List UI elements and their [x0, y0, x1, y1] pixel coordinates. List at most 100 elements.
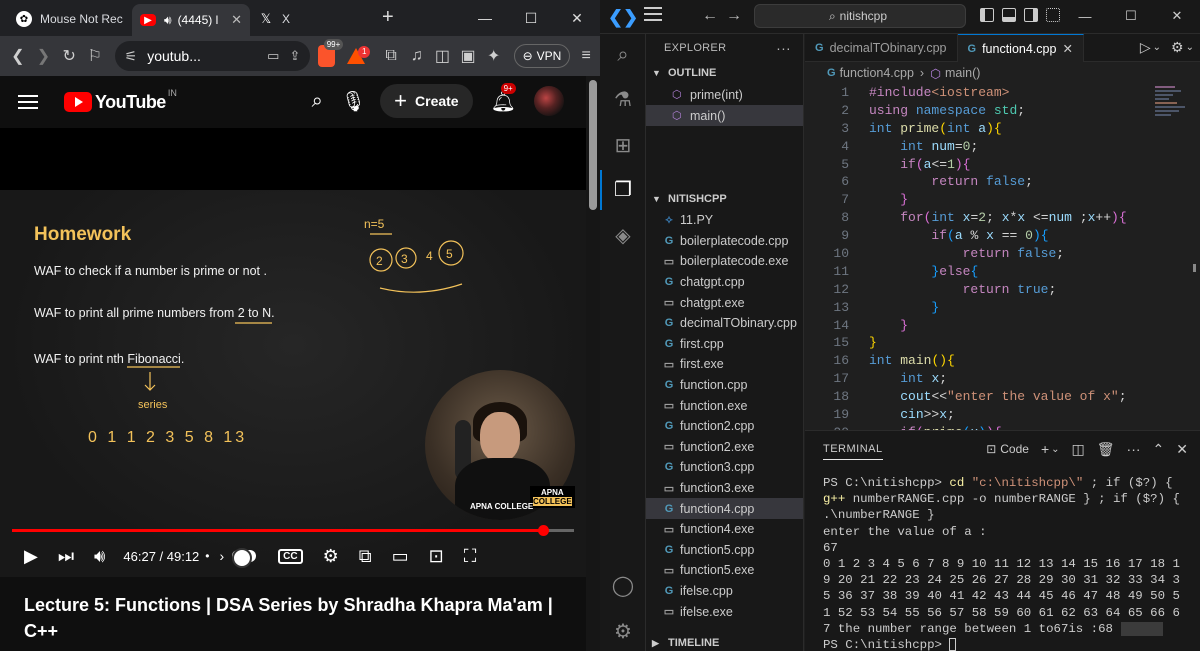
- minimap[interactable]: [1155, 84, 1191, 144]
- extensions-icon[interactable]: ⊞: [610, 132, 636, 158]
- reload-icon[interactable]: ↻: [57, 42, 81, 70]
- microphone-icon[interactable]: 🎙︎: [341, 89, 366, 114]
- menu-icon[interactable]: [644, 7, 662, 21]
- browser-tab-youtube[interactable]: ▶ 🔊︎ (4445) l ✕: [132, 4, 250, 36]
- breadcrumb-file[interactable]: function4.cpp: [840, 66, 914, 80]
- minimize-icon[interactable]: —: [1062, 0, 1108, 32]
- back-icon[interactable]: ❮: [6, 42, 30, 70]
- close-window-icon[interactable]: ✕: [554, 0, 600, 36]
- file-item[interactable]: Gifelse.cpp: [646, 581, 803, 602]
- file-item[interactable]: ▭ function5.exe: [646, 560, 803, 581]
- close-window-icon[interactable]: ✕: [1154, 0, 1200, 32]
- miniplayer-icon[interactable]: ⧉: [359, 546, 372, 567]
- cast-icon[interactable]: ⊡: [429, 546, 444, 567]
- volume-icon[interactable]: 🔊︎: [94, 546, 105, 567]
- folder-section-header[interactable]: ▼ NITISHCPP: [646, 188, 803, 210]
- file-item[interactable]: ▭ function3.exe: [646, 478, 803, 499]
- media-icon[interactable]: ♫: [405, 42, 429, 70]
- video-player[interactable]: Homework WAF to check if a number is pri…: [0, 190, 586, 577]
- maximize-icon[interactable]: ☐: [508, 0, 554, 36]
- leo-ai-icon[interactable]: ✦: [482, 42, 506, 70]
- outline-section-header[interactable]: ▼ OUTLINE: [646, 62, 803, 84]
- run-dropdown-icon[interactable]: ⌄: [1153, 42, 1161, 53]
- create-button[interactable]: + Create: [380, 84, 473, 118]
- extensions-icon[interactable]: ⧉: [379, 42, 403, 70]
- editor-scrollbar[interactable]: [1191, 84, 1200, 430]
- more-actions-icon[interactable]: ···: [1127, 441, 1141, 457]
- theater-mode-icon[interactable]: ▭: [392, 546, 409, 567]
- file-item[interactable]: ▭ boilerplatecode.exe: [646, 251, 803, 272]
- next-icon[interactable]: ⏭︎: [58, 546, 74, 567]
- autoplay-toggle[interactable]: [232, 548, 257, 568]
- file-item[interactable]: Gchatgpt.cpp: [646, 272, 803, 293]
- customize-layout-icon[interactable]: [1046, 8, 1060, 22]
- wallet-icon[interactable]: ▣: [456, 42, 480, 70]
- file-item[interactable]: Gfunction4.cpp: [646, 498, 803, 519]
- file-item[interactable]: Gboilerplatecode.cpp: [646, 231, 803, 252]
- editor-tab-function4[interactable]: Gfunction4.cpp ✕: [957, 34, 1084, 62]
- terminal-output[interactable]: PS C:\nitishcpp> cd "c:\nitishcpp\" ; if…: [805, 467, 1180, 651]
- outline-item[interactable]: ⬡ prime(int): [646, 84, 803, 105]
- brave-shields-icon[interactable]: 99+: [318, 39, 344, 67]
- close-tab-icon[interactable]: ✕: [1062, 41, 1072, 56]
- settings-icon[interactable]: ⚙︎: [323, 546, 339, 567]
- file-item[interactable]: Gfunction2.cpp: [646, 416, 803, 437]
- nav-forward-icon[interactable]: →: [726, 7, 742, 25]
- youtube-logo[interactable]: YouTube IN: [64, 88, 177, 113]
- terminal-profile-label[interactable]: Code: [1000, 442, 1029, 456]
- rewards-icon[interactable]: 1: [347, 46, 371, 64]
- sidebar-icon[interactable]: ◫: [431, 42, 455, 70]
- minimize-icon[interactable]: —: [462, 0, 508, 36]
- more-actions-icon[interactable]: ···: [776, 40, 791, 56]
- browser-tab-x[interactable]: 𝕏 X: [250, 4, 370, 34]
- bookmark-icon[interactable]: ⚐: [83, 42, 107, 70]
- timeline-section-header[interactable]: ▶ TIMELINE: [646, 632, 804, 651]
- speaker-icon[interactable]: 🔊︎: [164, 13, 172, 28]
- address-bar[interactable]: ⚟ youtub... ▭ ⇪: [114, 41, 311, 71]
- forward-icon[interactable]: ❯: [32, 42, 56, 70]
- nav-back-icon[interactable]: ←: [702, 7, 718, 25]
- file-item[interactable]: ▭ function.exe: [646, 395, 803, 416]
- site-settings-icon[interactable]: ⚟: [125, 48, 138, 65]
- avatar[interactable]: [534, 86, 564, 116]
- close-tab-icon[interactable]: ✕: [231, 12, 242, 28]
- file-item[interactable]: GdecimalTObinary.cpp: [646, 313, 803, 334]
- run-icon[interactable]: ▷: [1140, 39, 1151, 56]
- python-icon[interactable]: ◈: [610, 222, 636, 248]
- tab-terminal[interactable]: TERMINAL: [823, 443, 883, 460]
- video-progress-bar[interactable]: [12, 525, 574, 536]
- menu-icon[interactable]: ≡: [574, 42, 598, 70]
- scrubber-handle[interactable]: [538, 525, 550, 536]
- search-icon[interactable]: ⌕: [610, 42, 636, 68]
- flask-icon[interactable]: ⚗︎: [610, 86, 636, 112]
- breadcrumb-symbol[interactable]: main(): [945, 66, 980, 80]
- play-icon[interactable]: ▶: [24, 546, 38, 567]
- chevron-down-icon[interactable]: ⌄: [1051, 444, 1059, 455]
- toggle-secondary-sidebar-icon[interactable]: [1024, 8, 1038, 22]
- command-center-search[interactable]: ⌕ nitishcpp: [754, 4, 966, 28]
- new-tab-button[interactable]: +: [382, 6, 406, 29]
- split-terminal-icon[interactable]: ◫: [1072, 441, 1085, 458]
- file-item[interactable]: ▭ function2.exe: [646, 437, 803, 458]
- trash-icon[interactable]: 🗑︎: [1097, 441, 1115, 458]
- guide-menu-icon[interactable]: [18, 95, 38, 109]
- file-item[interactable]: ▭ ifelse.exe: [646, 601, 803, 622]
- notifications-icon[interactable]: 🔔︎ 9+: [491, 82, 516, 114]
- chevron-down-icon[interactable]: ⌄: [1186, 42, 1194, 53]
- file-item[interactable]: Gfunction3.cpp: [646, 457, 803, 478]
- code-editor[interactable]: 1 #include<iostream> 2 using namespace std…: [805, 84, 1200, 430]
- file-item[interactable]: Gfirst.cpp: [646, 334, 803, 355]
- file-item[interactable]: ▭ first.exe: [646, 354, 803, 375]
- toggle-panel-icon[interactable]: [1002, 8, 1016, 22]
- file-item[interactable]: Gfunction5.cpp: [646, 540, 803, 561]
- vpn-button[interactable]: ⊖ VPN: [513, 44, 571, 68]
- page-scrollbar[interactable]: [586, 76, 600, 651]
- explorer-icon[interactable]: ❐: [610, 176, 636, 202]
- file-item[interactable]: Gfunction.cpp: [646, 375, 803, 396]
- account-icon[interactable]: ◯: [610, 572, 636, 598]
- chapter-chevron-icon[interactable]: ›: [220, 548, 225, 564]
- maximize-icon[interactable]: ☐: [1108, 0, 1154, 32]
- fullscreen-icon[interactable]: ⛶: [464, 546, 477, 567]
- maximize-panel-icon[interactable]: ⌃: [1153, 441, 1165, 458]
- file-item[interactable]: ▭ function4.exe: [646, 519, 803, 540]
